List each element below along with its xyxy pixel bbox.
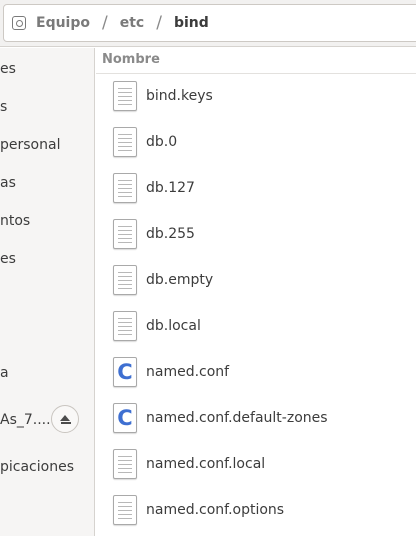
file-name: db.empty <box>146 272 214 288</box>
text-file-icon <box>113 219 137 249</box>
breadcrumb-equipo[interactable]: Equipo <box>36 15 90 31</box>
sidebar-item[interactable]: a <box>0 361 9 385</box>
file-name: named.conf.local <box>146 456 266 472</box>
breadcrumb-separator: / <box>102 13 108 33</box>
file-list: Nombre bind.keys db.0 db.127 db.255 db.e… <box>96 48 416 536</box>
sidebar-item[interactable]: s <box>0 95 7 119</box>
hard-disk-icon[interactable] <box>12 16 26 30</box>
file-row[interactable]: db.127 <box>96 165 416 211</box>
file-row[interactable]: C named.conf.default-zones <box>96 395 416 441</box>
file-name: db.0 <box>146 134 178 150</box>
breadcrumb-etc[interactable]: etc <box>120 15 145 31</box>
file-name: named.conf.options <box>146 502 285 518</box>
column-header-label: Nombre <box>102 52 160 67</box>
sidebar-item[interactable]: picaciones <box>0 455 74 479</box>
sidebar-item-device[interactable]: As_7.... <box>0 408 51 432</box>
file-row[interactable]: db.empty <box>96 257 416 303</box>
c-source-file-icon: C <box>113 403 137 433</box>
breadcrumb-bind[interactable]: bind <box>174 15 209 31</box>
breadcrumb-separator: / <box>156 13 162 33</box>
file-row[interactable]: db.0 <box>96 119 416 165</box>
text-file-icon <box>113 265 137 295</box>
file-row[interactable]: C named.conf <box>96 349 416 395</box>
text-file-icon <box>113 127 137 157</box>
file-row[interactable]: db.255 <box>96 211 416 257</box>
sidebar: es s personal as ntos es a As_7.... pica… <box>0 48 95 536</box>
file-name: db.local <box>146 318 201 334</box>
file-name: named.conf.default-zones <box>146 410 328 426</box>
sidebar-item[interactable]: es <box>0 247 16 271</box>
file-row[interactable]: named.conf.local <box>96 441 416 487</box>
text-file-icon <box>113 81 137 111</box>
eject-button[interactable] <box>51 405 79 433</box>
file-name: named.conf <box>146 364 230 380</box>
text-file-icon <box>113 311 137 341</box>
path-bar: Equipo / etc / bind <box>3 4 416 42</box>
header-bar: Equipo / etc / bind <box>0 0 416 47</box>
sidebar-item[interactable]: as <box>0 171 16 195</box>
text-file-icon <box>113 449 137 479</box>
text-file-icon <box>113 173 137 203</box>
file-name: bind.keys <box>146 88 213 104</box>
file-name: db.127 <box>146 180 195 196</box>
file-row[interactable]: bind.keys <box>96 73 416 119</box>
sidebar-item[interactable]: personal <box>0 133 60 157</box>
column-header-name[interactable]: Nombre <box>96 48 416 74</box>
c-source-file-icon: C <box>113 357 137 387</box>
eject-icon <box>60 414 70 421</box>
file-row[interactable]: named.conf.options <box>96 487 416 533</box>
text-file-icon <box>113 495 137 525</box>
file-name: db.255 <box>146 226 195 242</box>
sidebar-item[interactable]: ntos <box>0 209 30 233</box>
sidebar-item[interactable]: es <box>0 57 16 81</box>
file-row[interactable]: db.local <box>96 303 416 349</box>
